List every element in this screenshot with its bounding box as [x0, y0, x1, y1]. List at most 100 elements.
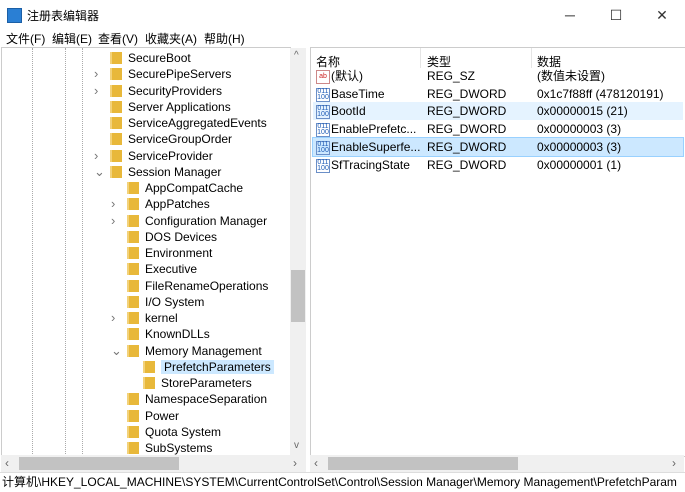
value-data: 0x00000003 (3): [537, 122, 622, 137]
tree-item[interactable]: ⌄ Memory Management: [111, 343, 262, 359]
binary-value-icon: 011 100: [316, 158, 330, 173]
folder-icon: [143, 377, 155, 389]
tree-item-label: DOS Devices: [145, 229, 218, 244]
chevron-down-icon[interactable]: ⌄: [94, 164, 105, 180]
menu-help[interactable]: 帮助(H): [204, 30, 245, 47]
folder-icon: [110, 100, 122, 113]
menu-favorites[interactable]: 收藏夹(A): [145, 30, 197, 47]
folder-icon: [127, 198, 139, 211]
value-name: BaseTime: [331, 86, 385, 101]
tree-item[interactable]: › SecurePipeServers: [94, 66, 232, 82]
tree-item[interactable]: ServiceAggregatedEvents: [110, 115, 267, 131]
tree-item-label: ServiceProvider: [128, 148, 213, 163]
value-type: REG_DWORD: [427, 104, 507, 119]
value-row[interactable]: 011 100 BaseTime REG_DWORD 0x1c7f88ff (4781…: [313, 85, 683, 103]
value-type: REG_DWORD: [427, 86, 507, 101]
tree-horizontal-scrollbar[interactable]: ‹ ›: [1, 455, 306, 472]
tree-item-label: StoreParameters: [161, 376, 252, 390]
tree-item-label: Configuration Manager: [145, 213, 268, 228]
folder-icon: [110, 149, 122, 162]
folder-icon: [127, 182, 139, 194]
title-bar: 注册表编辑器 ─ ☐ ✕: [0, 0, 685, 30]
value-row[interactable]: 011 100 EnableSuperfe... REG_DWORD 0x000000…: [312, 136, 684, 157]
chevron-down-icon[interactable]: ⌄: [111, 343, 122, 359]
tree-item[interactable]: AppCompatCache: [127, 180, 243, 196]
folder-icon: [127, 393, 139, 406]
folder-icon: [110, 52, 122, 64]
value-name: EnablePrefetc...: [331, 122, 417, 137]
folder-icon: [127, 425, 139, 438]
tree-item[interactable]: NamespaceSeparation: [127, 391, 267, 407]
tree-vertical-scrollbar[interactable]: ^ v: [290, 48, 306, 455]
tree-item-label: Power: [145, 408, 180, 423]
tree-scroll-thumb[interactable]: [291, 270, 305, 322]
tree-item[interactable]: Power: [127, 408, 179, 424]
tree-item[interactable]: › Configuration Manager: [111, 213, 268, 229]
tree-item[interactable]: DOS Devices: [127, 229, 217, 245]
tree-item[interactable]: › AppPatches: [111, 196, 210, 212]
tree-item[interactable]: Server Applications: [110, 99, 231, 115]
value-name: EnableSuperfe...: [331, 139, 421, 154]
close-button[interactable]: ✕: [639, 0, 685, 30]
tree-item[interactable]: StoreParameters: [143, 375, 252, 391]
folder-icon: [127, 214, 139, 227]
tree-item[interactable]: I/O System: [127, 294, 204, 310]
folder-icon: [110, 117, 122, 129]
value-type: REG_DWORD: [427, 122, 507, 137]
menu-view[interactable]: 查看(V): [98, 30, 138, 47]
tree-item[interactable]: SubSystems: [127, 440, 212, 456]
value-row[interactable]: 011 100 BootId REG_DWORD 0x00000015 (21): [313, 102, 683, 121]
minimize-button[interactable]: ─: [547, 0, 593, 30]
tree-item-label: Server Applications: [128, 99, 231, 114]
tree-item[interactable]: › ServiceProvider: [94, 148, 213, 164]
folder-icon: [127, 263, 139, 276]
tree-item[interactable]: › SecurityProviders: [94, 83, 223, 99]
value-name: SfTracingState: [331, 157, 410, 172]
tree-item[interactable]: Executive: [127, 261, 197, 277]
tree-item-label: SecureBoot: [128, 51, 191, 65]
tree-item-label: PrefetchParameters: [161, 359, 274, 374]
value-row[interactable]: ab (默认) REG_SZ (数值未设置): [313, 67, 683, 85]
tree-item-label: SecurePipeServers: [128, 67, 232, 82]
binary-value-icon: 011 100: [316, 123, 330, 138]
tree-item[interactable]: KnownDLLs: [127, 326, 210, 342]
tree-item[interactable]: Environment: [127, 245, 212, 261]
tree-item[interactable]: Quota System: [127, 424, 221, 440]
list-horizontal-scrollbar[interactable]: ‹ ›: [310, 455, 684, 472]
chevron-right-icon[interactable]: ›: [94, 66, 98, 82]
value-type: REG_DWORD: [427, 139, 507, 154]
folder-icon: [127, 442, 139, 454]
tree-item[interactable]: ServiceGroupOrder: [110, 131, 232, 147]
value-row[interactable]: 011 100 SfTracingState REG_DWORD 0x00000001…: [313, 156, 683, 174]
tree-item[interactable]: FileRenameOperations: [127, 278, 268, 294]
value-type: REG_DWORD: [427, 157, 507, 172]
menu-file[interactable]: 文件(F): [6, 30, 45, 47]
maximize-button[interactable]: ☐: [593, 0, 639, 30]
binary-value-icon: 011 100: [316, 105, 330, 120]
string-value-icon: ab: [316, 70, 330, 84]
tree-item[interactable]: SecureBoot: [110, 50, 191, 66]
folder-icon: [110, 68, 122, 81]
chevron-right-icon[interactable]: ›: [111, 196, 115, 212]
chevron-right-icon[interactable]: ›: [94, 148, 98, 164]
folder-icon: [127, 295, 139, 308]
tree-item-label: SubSystems: [145, 441, 213, 455]
value-type: REG_SZ: [427, 69, 476, 83]
value-row[interactable]: 011 100 EnablePrefetc... REG_DWORD 0x000000…: [313, 120, 683, 138]
window-title: 注册表编辑器: [27, 9, 100, 23]
value-name: BootId: [331, 104, 366, 119]
value-data: (数值未设置): [537, 69, 605, 83]
tree-item-label: Environment: [145, 246, 213, 260]
binary-value-icon: 011 100: [316, 140, 330, 155]
chevron-right-icon[interactable]: ›: [111, 213, 115, 229]
chevron-right-icon[interactable]: ›: [94, 83, 98, 99]
value-data: 0x00000003 (3): [537, 139, 622, 154]
tree-item-label: SecurityProviders: [128, 83, 223, 98]
tree-item[interactable]: PrefetchParameters: [143, 359, 274, 375]
value-data: 0x00000001 (1): [537, 157, 622, 172]
chevron-right-icon[interactable]: ›: [111, 310, 115, 326]
tree-item[interactable]: ⌄ Session Manager: [94, 164, 221, 180]
tree-item[interactable]: › kernel: [111, 310, 178, 326]
tree-item-label: Executive: [145, 262, 198, 277]
menu-edit[interactable]: 编辑(E): [52, 30, 92, 47]
